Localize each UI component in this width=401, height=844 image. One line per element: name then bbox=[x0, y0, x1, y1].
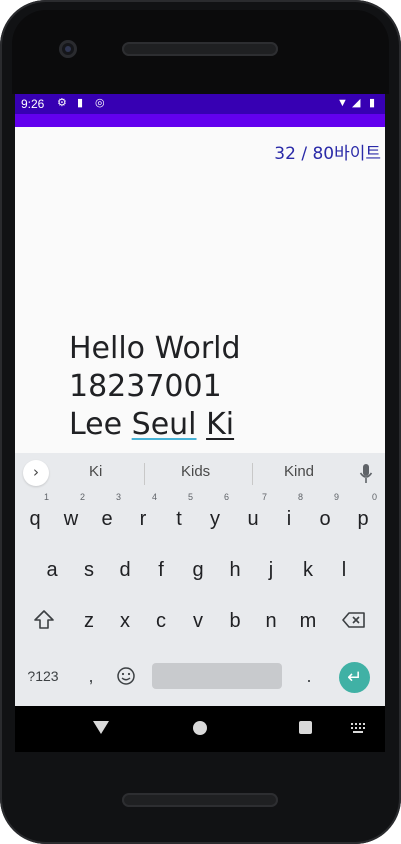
space-key[interactable] bbox=[152, 663, 282, 689]
suggestion-divider bbox=[252, 463, 253, 485]
sd-card-icon: ▮ bbox=[77, 97, 84, 109]
text-word-lee: Lee bbox=[69, 407, 123, 442]
suggestion-strip: › Ki Kids Kind bbox=[15, 453, 385, 493]
key-c[interactable]: c bbox=[145, 603, 177, 639]
key-e[interactable]: e3 bbox=[91, 492, 123, 537]
soft-keyboard: › Ki Kids Kind q1 w2 e3 r4 t5 y6 u7 i8 o… bbox=[15, 453, 385, 706]
key-s[interactable]: s bbox=[73, 552, 105, 588]
sync-icon: ◎ bbox=[95, 97, 105, 109]
recents-icon[interactable] bbox=[299, 721, 312, 734]
text-input[interactable]: Hello World 18237001 Lee Seul Ki bbox=[69, 330, 241, 444]
suggestion-1[interactable]: Ki bbox=[89, 463, 102, 480]
key-y[interactable]: y6 bbox=[199, 492, 231, 537]
suggestion-2[interactable]: Kids bbox=[181, 463, 210, 480]
key-t[interactable]: t5 bbox=[163, 492, 195, 537]
home-icon[interactable] bbox=[193, 721, 207, 735]
wifi-icon: ▼ bbox=[337, 97, 348, 109]
enter-arrow-icon: ↵ bbox=[346, 667, 363, 688]
key-p[interactable]: p0 bbox=[347, 492, 379, 537]
status-bar: 9:26 ⚙ ▮ ◎ ▼ ◢ ▮ bbox=[15, 94, 385, 114]
backspace-icon[interactable] bbox=[342, 611, 366, 629]
key-m[interactable]: m bbox=[292, 603, 324, 639]
text-line-2: 18237001 bbox=[69, 369, 222, 404]
content-area: 32 / 80바이트 Hello World 18237001 Lee Seul… bbox=[15, 127, 385, 453]
key-a[interactable]: a bbox=[36, 552, 68, 588]
app-bar bbox=[15, 114, 385, 127]
gear-icon: ⚙ bbox=[57, 97, 67, 109]
key-l[interactable]: l bbox=[328, 552, 360, 588]
key-h[interactable]: h bbox=[219, 552, 251, 588]
keyboard-switch-icon[interactable] bbox=[351, 723, 365, 733]
key-g[interactable]: g bbox=[182, 552, 214, 588]
key-k[interactable]: k bbox=[292, 552, 324, 588]
key-q[interactable]: q1 bbox=[19, 492, 51, 537]
comma-key[interactable]: , bbox=[81, 663, 101, 689]
battery-icon: ▮ bbox=[369, 97, 376, 109]
front-camera bbox=[59, 40, 77, 58]
key-r[interactable]: r4 bbox=[127, 492, 159, 537]
bottom-speaker bbox=[122, 793, 278, 807]
back-icon[interactable] bbox=[93, 721, 109, 734]
key-j[interactable]: j bbox=[255, 552, 287, 588]
key-o[interactable]: o9 bbox=[309, 492, 341, 537]
shift-icon[interactable] bbox=[33, 609, 55, 631]
text-word-ki: Ki bbox=[206, 407, 235, 442]
key-d[interactable]: d bbox=[109, 552, 141, 588]
key-i[interactable]: i8 bbox=[273, 492, 305, 537]
enter-key[interactable]: ↵ bbox=[339, 662, 370, 693]
key-f[interactable]: f bbox=[145, 552, 177, 588]
key-x[interactable]: x bbox=[109, 603, 141, 639]
key-b[interactable]: b bbox=[219, 603, 251, 639]
key-n[interactable]: n bbox=[255, 603, 287, 639]
phone-frame: 9:26 ⚙ ▮ ◎ ▼ ◢ ▮ 32 / 80바이트 Hello World … bbox=[0, 0, 401, 844]
key-w[interactable]: w2 bbox=[55, 492, 87, 537]
text-line-1: Hello World bbox=[69, 331, 241, 366]
text-word-seul: Seul bbox=[131, 407, 197, 442]
emoji-icon[interactable] bbox=[116, 666, 136, 686]
microphone-icon[interactable] bbox=[359, 463, 373, 485]
key-u[interactable]: u7 bbox=[237, 492, 269, 537]
period-key[interactable]: . bbox=[299, 663, 319, 689]
expand-toolbar-button[interactable]: › bbox=[23, 460, 49, 486]
key-v[interactable]: v bbox=[182, 603, 214, 639]
device-screen: 9:26 ⚙ ▮ ◎ ▼ ◢ ▮ 32 / 80바이트 Hello World … bbox=[15, 94, 385, 706]
top-speaker bbox=[122, 42, 278, 56]
byte-counter: 32 / 80바이트 bbox=[274, 144, 381, 164]
signal-icon: ◢ bbox=[352, 97, 361, 109]
symbols-key[interactable]: ?123 bbox=[23, 665, 63, 687]
navigation-bar bbox=[15, 706, 385, 752]
suggestion-3[interactable]: Kind bbox=[284, 463, 314, 480]
key-z[interactable]: z bbox=[73, 603, 105, 639]
text-line-3: Lee Seul Ki bbox=[69, 406, 241, 444]
status-time: 9:26 bbox=[21, 97, 45, 111]
suggestion-divider bbox=[144, 463, 145, 485]
